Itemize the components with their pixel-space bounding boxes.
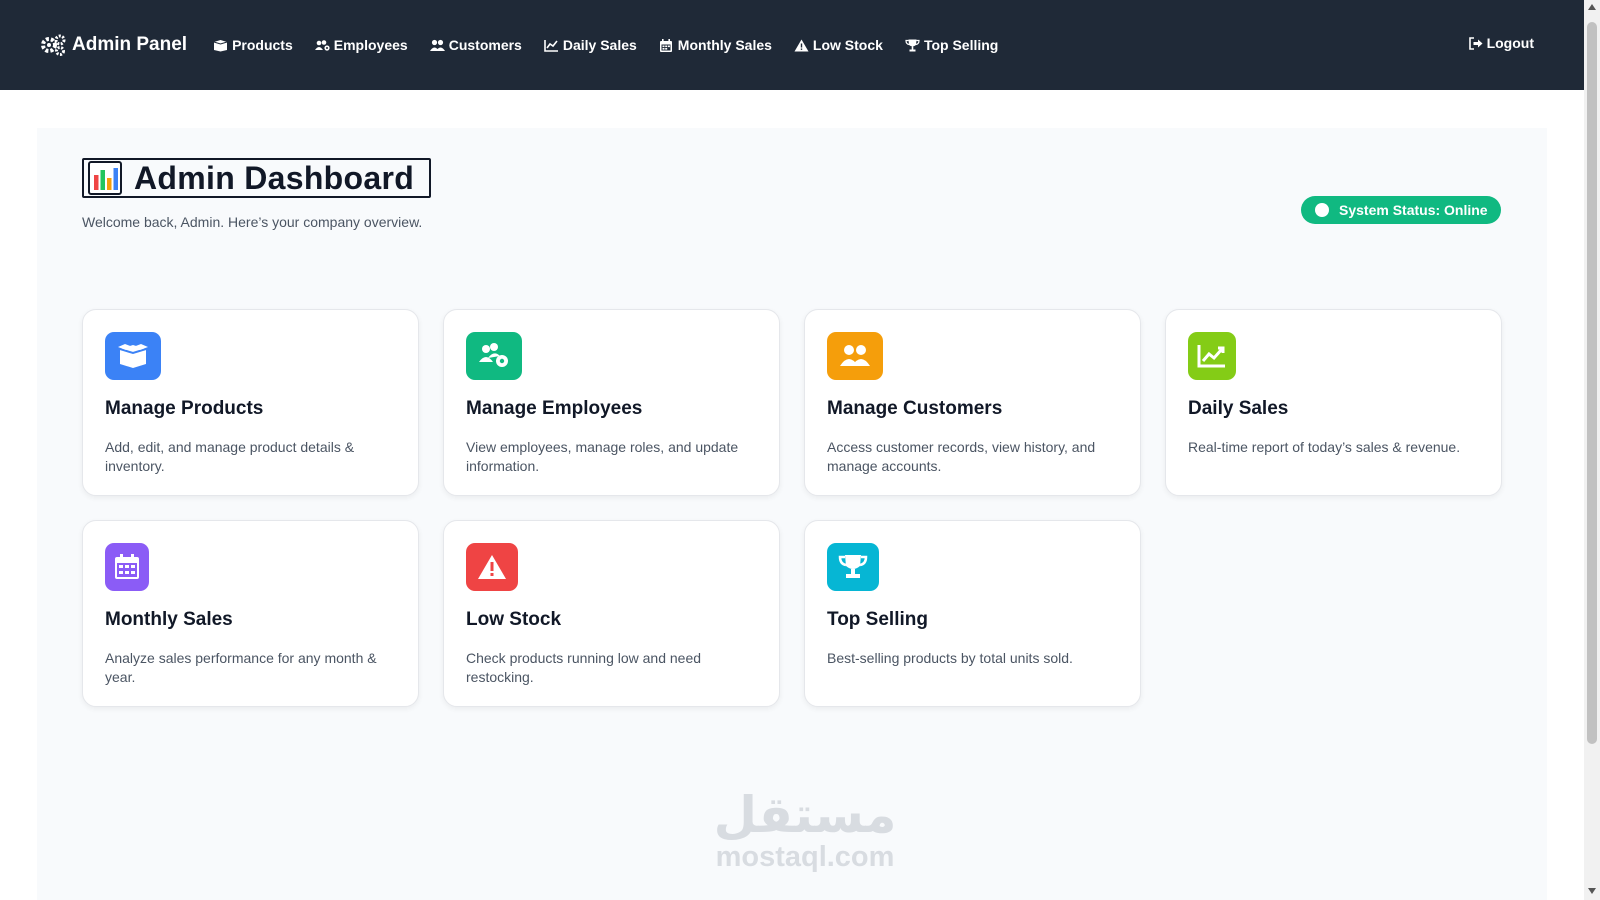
watermark-latin: mostaql.com — [715, 841, 895, 873]
card-icon-bg — [105, 332, 161, 380]
nav-item-top-selling[interactable]: Top Selling — [905, 37, 998, 53]
calendar-icon — [115, 554, 139, 579]
users-gear-icon — [479, 343, 508, 367]
trophy-icon — [905, 39, 920, 51]
card-description: Access customer records, view history, a… — [827, 439, 1096, 474]
watermark-arabic: مستقل — [713, 786, 897, 844]
calendar-icon — [659, 38, 672, 52]
card-monthly-sales[interactable]: Monthly Sales Analyze sales performance … — [82, 520, 419, 707]
card-title: Low Stock — [466, 609, 562, 630]
top-navbar: Admin Panel Products Employees Customers… — [0, 0, 1584, 90]
card-icon-bg — [827, 332, 883, 380]
nav-item-label: Monthly Sales — [677, 37, 772, 53]
status-badge: System Status: Online — [1301, 196, 1501, 224]
brand[interactable]: Admin Panel — [40, 34, 187, 56]
trophy-icon — [838, 555, 868, 578]
card-description: Check products running low and need rest… — [466, 650, 702, 685]
page-title-box: Admin Dashboard — [82, 158, 431, 198]
card-top-selling[interactable]: Top Selling Best-selling products by tot… — [804, 520, 1141, 707]
brand-label: Admin Panel — [72, 34, 188, 55]
warning-icon — [478, 555, 506, 579]
nav-item-label: Employees — [333, 37, 408, 53]
nav-item-monthly-sales[interactable]: Monthly Sales — [659, 37, 772, 53]
card-description: Best-selling products by total units sol… — [827, 650, 1073, 666]
logout-label: Logout — [1486, 35, 1534, 51]
card-title: Daily Sales — [1188, 398, 1289, 419]
box-open-icon — [118, 344, 148, 368]
nav-item-label: Low Stock — [812, 37, 883, 53]
status-label: System Status: Online — [1339, 202, 1488, 218]
page-scrollbar[interactable] — [1584, 0, 1600, 900]
card-description: View employees, manage roles, and update… — [466, 439, 739, 474]
scroll-thumb[interactable] — [1587, 22, 1597, 744]
nav-item-label: Daily Sales — [562, 37, 637, 53]
scroll-up-arrow[interactable] — [1588, 4, 1596, 10]
page-title: Admin Dashboard — [134, 159, 415, 196]
card-icon-bg — [1188, 332, 1236, 380]
card-manage-products[interactable]: Manage Products Add, edit, and manage pr… — [82, 309, 419, 496]
card-icon-bg — [466, 332, 522, 380]
nav-item-daily-sales[interactable]: Daily Sales — [544, 37, 637, 53]
users-gear-icon — [314, 39, 330, 51]
card-title: Monthly Sales — [105, 609, 233, 630]
card-title: Manage Customers — [827, 398, 1003, 419]
nav-item-label: Customers — [448, 37, 522, 53]
users-icon — [429, 39, 445, 51]
chart-line-icon — [1197, 345, 1225, 368]
gears-icon — [41, 34, 66, 56]
logout-icon — [1468, 36, 1483, 50]
bar-chart-icon — [88, 161, 122, 195]
nav-item-customers[interactable]: Customers — [429, 37, 522, 53]
card-icon-bg — [466, 543, 518, 591]
nav-links: Products Employees Customers Daily Sales… — [213, 37, 998, 53]
card-description: Analyze sales performance for any month … — [105, 650, 377, 685]
status-dot-icon — [1315, 203, 1329, 217]
card-description: Real-time report of today’s sales & reve… — [1188, 439, 1461, 455]
card-daily-sales[interactable]: Daily Sales Real-time report of today’s … — [1165, 309, 1502, 496]
chart-line-icon — [544, 39, 558, 52]
card-title: Manage Employees — [466, 398, 643, 419]
nav-item-employees[interactable]: Employees — [314, 37, 408, 53]
card-icon-bg — [827, 543, 879, 591]
nav-item-label: Products — [232, 37, 293, 53]
card-grid: Manage Products Add, edit, and manage pr… — [82, 309, 1502, 707]
nav-item-low-stock[interactable]: Low Stock — [794, 37, 883, 53]
logout-button[interactable]: Logout — [1468, 35, 1534, 51]
users-icon — [840, 345, 870, 366]
card-manage-customers[interactable]: Manage Customers Access customer records… — [804, 309, 1141, 496]
card-icon-bg — [105, 543, 149, 591]
dashboard-main: Admin Dashboard Welcome back, Admin. Her… — [37, 128, 1547, 900]
nav-item-products[interactable]: Products — [213, 37, 293, 53]
watermark: مستقل mostaql.com — [705, 790, 905, 874]
card-description: Add, edit, and manage product details & … — [105, 439, 355, 474]
page-subtitle: Welcome back, Admin. Here’s your company… — [82, 214, 423, 230]
card-manage-employees[interactable]: Manage Employees View employees, manage … — [443, 309, 780, 496]
scroll-down-arrow[interactable] — [1588, 888, 1596, 894]
card-title: Top Selling — [827, 609, 928, 630]
warning-icon — [794, 39, 809, 51]
nav-item-label: Top Selling — [923, 37, 999, 53]
box-icon — [213, 39, 228, 51]
card-low-stock[interactable]: Low Stock Check products running low and… — [443, 520, 780, 707]
card-title: Manage Products — [105, 398, 264, 419]
